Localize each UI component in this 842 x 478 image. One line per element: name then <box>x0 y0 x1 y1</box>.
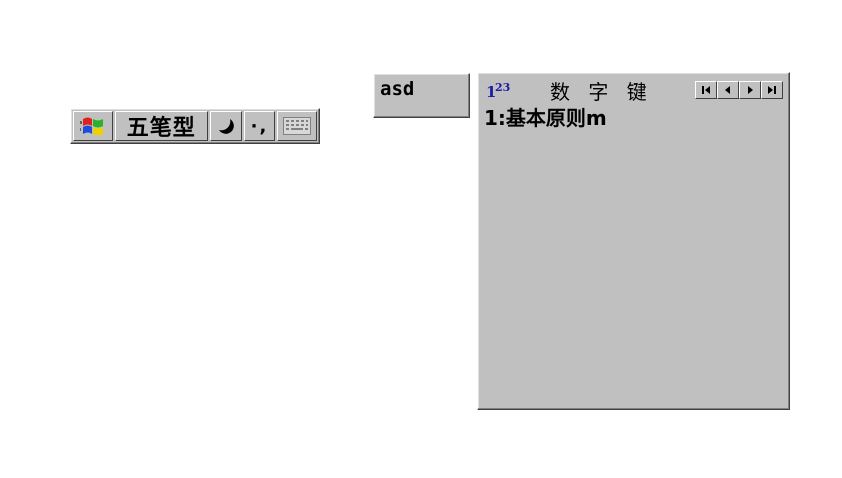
half-moon-icon <box>218 119 234 134</box>
punctuation-toggle[interactable]: ·, <box>243 111 276 141</box>
composition-text: asd <box>380 78 415 100</box>
windows-flag-icon <box>79 117 103 136</box>
input-mode-label: 五笔型 <box>126 115 196 141</box>
numeric-123-icon: 1 23 <box>486 81 510 101</box>
svg-text:23: 23 <box>495 81 510 94</box>
first-page-button[interactable] <box>695 81 717 99</box>
soft-keyboard-icon <box>283 117 312 135</box>
ime-status-toolbar: 五笔型 ·, <box>70 108 320 144</box>
first-page-icon <box>702 86 710 94</box>
prev-page-icon <box>725 86 730 94</box>
candidate-window: 1 23 数 字 键 1:基本原则m <box>477 72 790 410</box>
last-page-icon <box>768 86 776 94</box>
soft-keyboard-button[interactable] <box>277 111 317 141</box>
next-page-button[interactable] <box>739 81 761 99</box>
last-page-button[interactable] <box>761 81 783 99</box>
candidate-page-nav <box>695 81 783 99</box>
prev-page-button[interactable] <box>717 81 739 99</box>
next-page-icon <box>748 86 753 94</box>
candidate-title: 数 字 键 <box>550 79 653 104</box>
full-half-width-toggle[interactable] <box>209 111 242 141</box>
input-mode-button[interactable]: 五笔型 <box>114 111 208 141</box>
candidate-list: 1:基本原则m <box>482 105 785 131</box>
candidate-item[interactable]: 1:基本原则m <box>482 105 785 131</box>
punctuation-label: ·, <box>250 115 269 137</box>
candidate-header: 1 23 数 字 键 <box>482 77 785 104</box>
ime-logo-button[interactable] <box>73 111 113 141</box>
composition-window: asd <box>373 73 470 118</box>
